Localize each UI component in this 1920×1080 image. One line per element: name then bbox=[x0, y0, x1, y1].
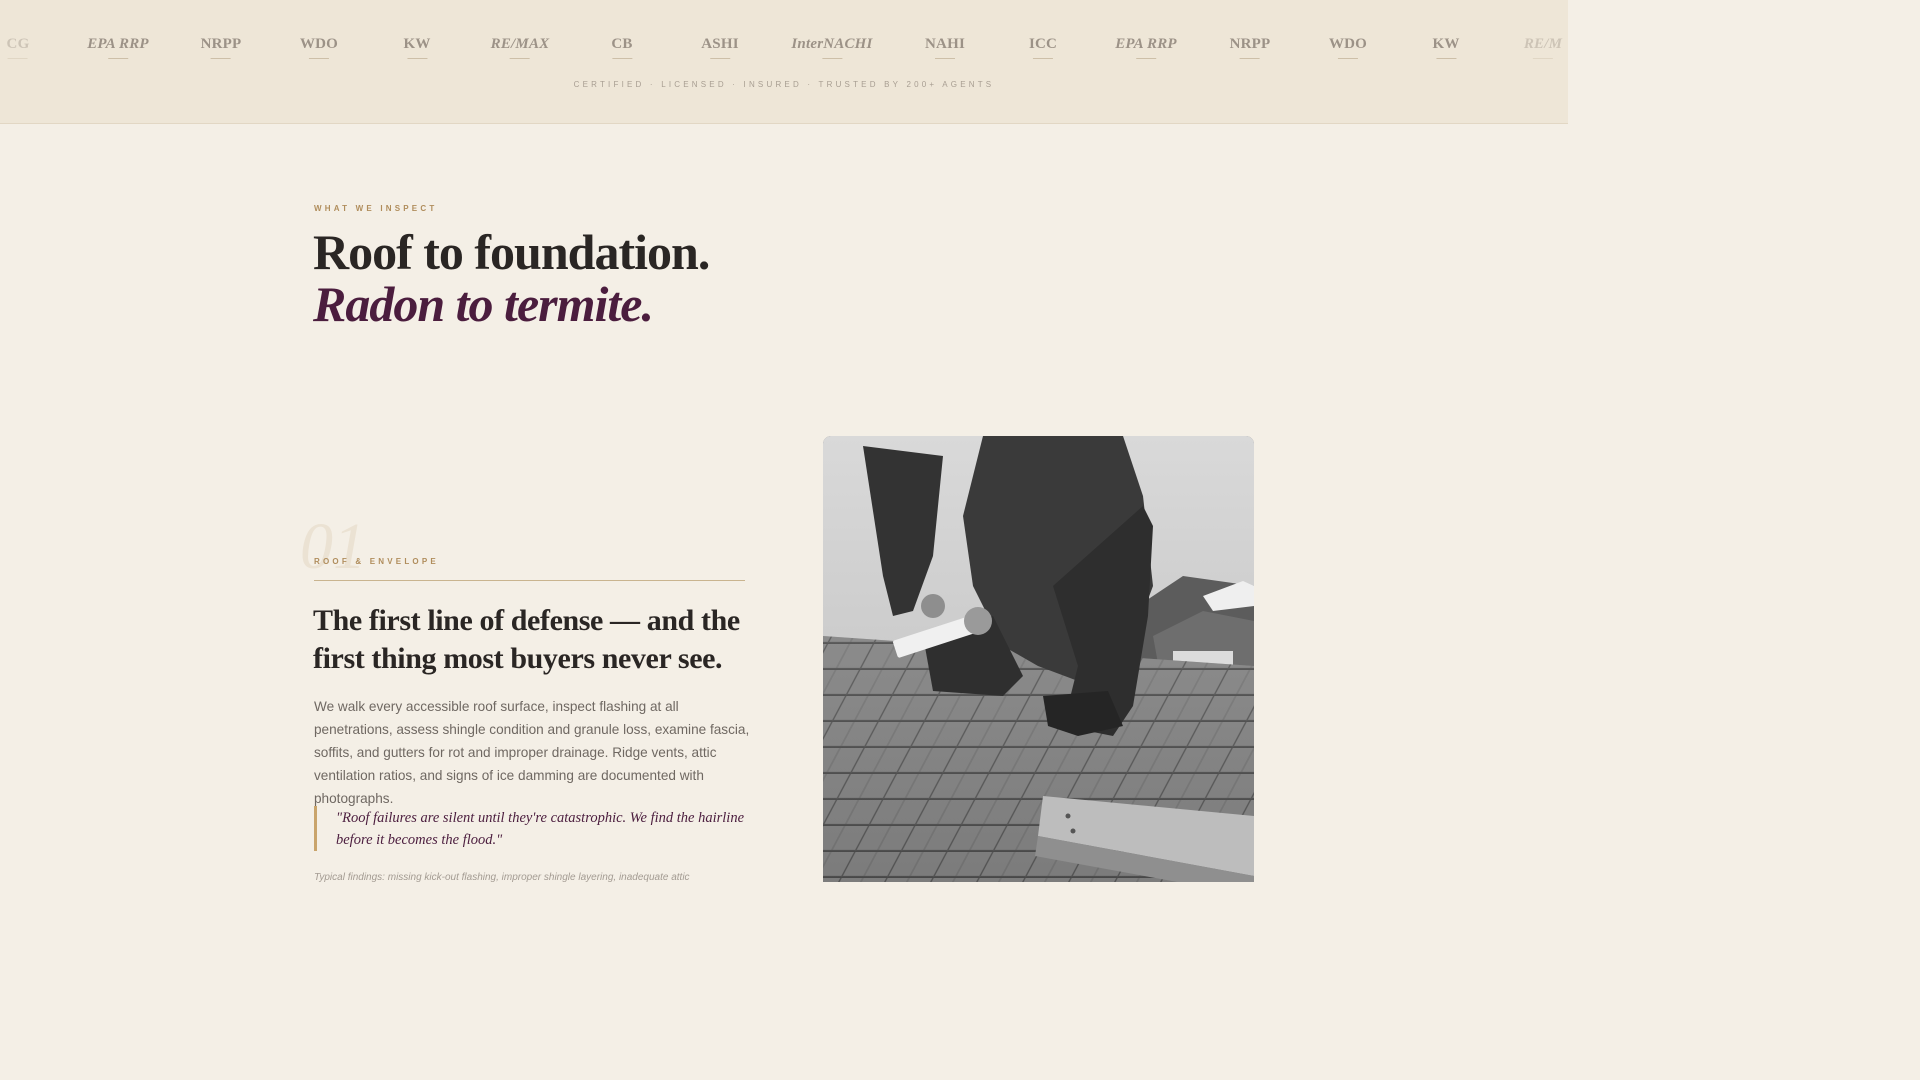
credential-logo-underline bbox=[509, 58, 530, 59]
credential-logo: EPA RRP bbox=[1115, 36, 1177, 59]
section-eyebrow: WHAT WE INSPECT bbox=[314, 204, 438, 213]
credentials-tagline: CERTIFIED · LICENSED · INSURED · TRUSTED… bbox=[573, 80, 995, 89]
credentials-strip: CG EPA RRP NRPP WDO KW RE/MAX CB ASHI InterNACHI… bbox=[0, 0, 1568, 124]
credential-logo: ICC bbox=[1029, 36, 1057, 59]
roof-inspector-illustration bbox=[823, 436, 1254, 882]
credential-logo-underline bbox=[406, 58, 427, 59]
credential-logo: KW bbox=[403, 36, 430, 59]
credential-logo: EPA RRP bbox=[87, 36, 149, 59]
credential-logo-underline bbox=[709, 58, 730, 59]
credential-logo-underline bbox=[1435, 58, 1456, 59]
credential-logo: CB bbox=[611, 36, 632, 59]
credential-logo: ASHI bbox=[701, 36, 739, 59]
credential-logo: InterNACHI bbox=[791, 36, 872, 59]
credential-logo: KW bbox=[1432, 36, 1459, 59]
credential-logo: RE/M bbox=[1524, 36, 1562, 59]
page: CG EPA RRP NRPP WDO KW RE/MAX CB ASHI InterNACHI… bbox=[0, 0, 1568, 882]
credential-logo-underline bbox=[8, 58, 28, 59]
credential-logo-underline bbox=[1532, 58, 1553, 59]
item-tag: ROOF & ENVELOPE bbox=[314, 557, 439, 566]
section-headline: Roof to foundation. Radon to termite. bbox=[313, 224, 710, 332]
item-body: We walk every accessible roof surface, i… bbox=[314, 699, 750, 806]
credential-logo: NRPP bbox=[201, 36, 242, 59]
credential-logo: WDO bbox=[1329, 36, 1367, 59]
credential-logo-underline bbox=[308, 58, 329, 59]
credential-logo-underline bbox=[1136, 58, 1156, 59]
credential-logo-underline bbox=[934, 58, 955, 59]
item-divider bbox=[314, 580, 745, 581]
credential-logo: CG bbox=[7, 36, 30, 59]
credential-logo: WDO bbox=[300, 36, 338, 59]
credential-logo-underline bbox=[1337, 58, 1358, 59]
credential-logo-underline bbox=[210, 58, 231, 59]
credential-logo-underline bbox=[821, 58, 842, 59]
headline-line-2: Radon to termite. bbox=[313, 276, 654, 332]
credential-logo-underline bbox=[1032, 58, 1053, 59]
credential-logo: NAHI bbox=[925, 36, 965, 59]
credential-logo-underline bbox=[108, 58, 128, 59]
item-title: The first line of defense — and the firs… bbox=[313, 604, 740, 675]
credential-logo: RE/MAX bbox=[491, 36, 550, 59]
item-quote: "Roof failures are silent until they're … bbox=[314, 806, 745, 851]
credential-logo-underline bbox=[1239, 58, 1260, 59]
credential-logo-underline bbox=[612, 58, 632, 59]
item-findings: Typical findings: missing kick-out flash… bbox=[314, 872, 690, 882]
item-number: 01 bbox=[300, 510, 366, 583]
credential-logo: NRPP bbox=[1230, 36, 1271, 59]
roof-inspector-photo bbox=[823, 436, 1254, 882]
headline-line-1: Roof to foundation. bbox=[313, 224, 710, 280]
